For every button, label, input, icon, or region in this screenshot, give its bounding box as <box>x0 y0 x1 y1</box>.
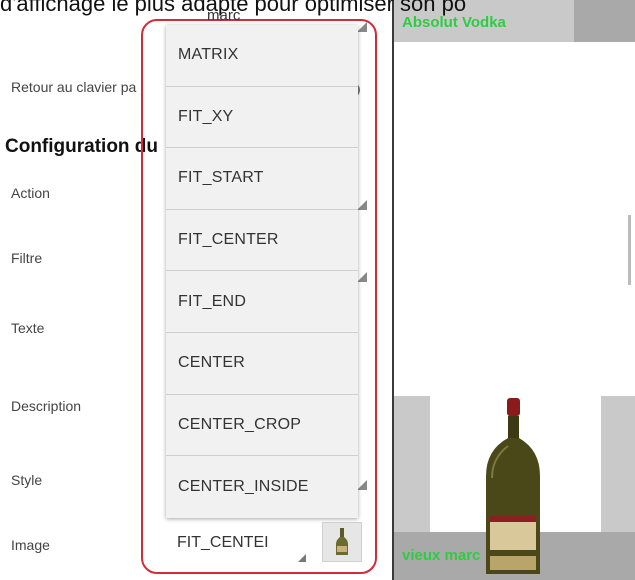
bottle-icon <box>486 398 540 574</box>
preview-side-band-right <box>601 396 635 542</box>
scale-type-dropdown[interactable]: MATRIX FIT_XY FIT_START FIT_CENTER FIT_E… <box>166 25 358 518</box>
row-label-image: Image <box>11 537 50 553</box>
image-thumbnail-button[interactable] <box>322 522 362 562</box>
dropdown-option[interactable]: FIT_CENTER <box>166 210 358 272</box>
spinner-edge-marks <box>355 20 375 520</box>
spinner-arrow-icon <box>357 200 367 210</box>
section-title: Configuration du <box>5 136 159 157</box>
page-caption: d'affichage le plus adapté pour optimise… <box>0 0 467 16</box>
dropdown-option[interactable]: FIT_XY <box>166 87 358 149</box>
preview-panel: Absolut Vodka vieux marc <box>392 0 635 580</box>
preview-side-band-left <box>394 396 430 542</box>
caption-sub: marc <box>207 7 241 24</box>
dropdown-option[interactable]: FIT_END <box>166 271 358 333</box>
row-label-action: Action <box>11 185 50 201</box>
spinner-arrow-icon <box>357 480 367 490</box>
spinner-arrow-icon <box>298 554 306 562</box>
row-label-filter: Filtre <box>11 250 43 266</box>
spinner-arrow-icon <box>357 22 367 32</box>
image-scale-spinner[interactable]: FIT_CENTEI <box>177 534 269 552</box>
preview-bottom-text: vieux marc <box>402 547 481 564</box>
row-label-text: Texte <box>11 320 45 336</box>
preview-scrollbar[interactable] <box>628 215 631 285</box>
dropdown-option[interactable]: FIT_START <box>166 148 358 210</box>
bottle-icon <box>336 528 348 555</box>
dropdown-option[interactable]: CENTER_INSIDE <box>166 456 358 518</box>
row-label-description: Description <box>11 398 82 414</box>
dropdown-option[interactable]: CENTER_CROP <box>166 395 358 457</box>
return-keyboard-label: Retour au clavier pa <box>11 79 137 95</box>
dropdown-option[interactable]: CENTER <box>166 333 358 395</box>
dropdown-option[interactable]: MATRIX <box>166 25 358 87</box>
spinner-arrow-icon <box>357 272 367 282</box>
row-label-style: Style <box>11 472 43 488</box>
